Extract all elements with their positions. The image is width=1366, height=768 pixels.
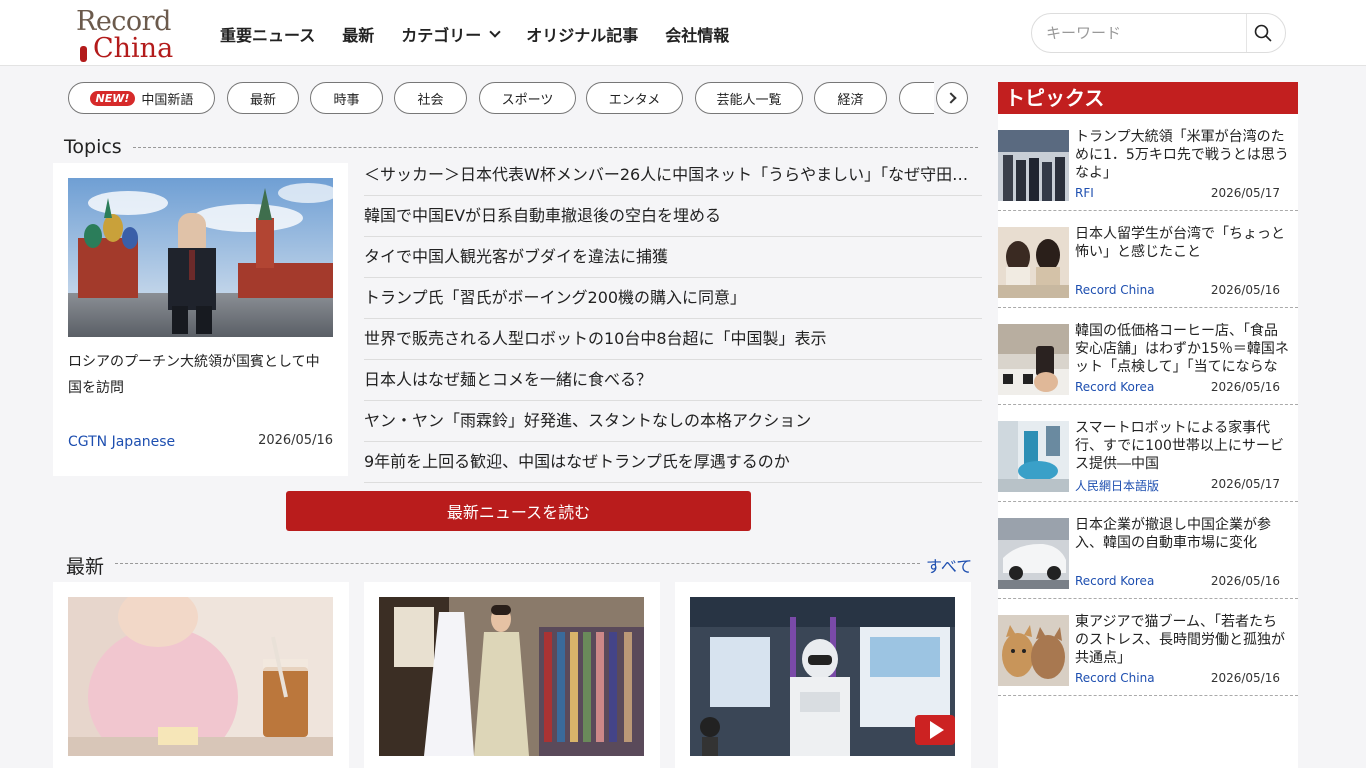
sidebar-item[interactable]: 東アジアで猫ブーム、「若者たちのストレス、長時間労働と孤独が共通点」 Recor…: [998, 599, 1298, 696]
nav-latest[interactable]: 最新: [342, 22, 374, 46]
pill-chinese-neologism[interactable]: NEW! 中国新語: [68, 82, 215, 114]
new-badge: NEW!: [89, 90, 136, 106]
sidebar-item[interactable]: 日本人留学生が台湾で「ちょっと怖い」と感じたこと Record China 20…: [998, 211, 1298, 308]
sidebar-topics-heading: トピックス: [998, 82, 1298, 114]
category-pills: NEW! 中国新語 最新 時事 社会 スポーツ エンタメ 芸能人一覧 経済: [68, 82, 934, 114]
pill-more[interactable]: [899, 82, 934, 114]
nav-company-info[interactable]: 会社情報: [665, 22, 729, 46]
headline-item[interactable]: トランプ氏「習氏がボーイング200機の購入に同意」: [364, 278, 982, 319]
nav-category[interactable]: カテゴリー: [401, 22, 501, 46]
sidebar-item[interactable]: スマートロボットによる家事代行、すでに100世帯以上にサービス提供―中国 人民網…: [998, 405, 1298, 502]
sidebar-thumb[interactable]: [998, 518, 1069, 589]
search-icon[interactable]: [1254, 24, 1272, 42]
sidebar-item-title[interactable]: 日本人留学生が台湾で「ちょっと怖い」と感じたこと: [1075, 225, 1289, 261]
latest-card[interactable]: [675, 582, 971, 768]
search-divider: [1246, 14, 1247, 52]
sidebar-item[interactable]: 日本企業が撤退し中国企業が参入、韓国の自動車市場に変化 Record Korea…: [998, 502, 1298, 599]
sidebar-item-date: 2026/05/16: [1210, 671, 1280, 685]
pill-label: 中国新語: [141, 92, 194, 108]
sidebar-item-date: 2026/05/17: [1210, 186, 1280, 200]
sidebar-item-title[interactable]: 日本企業が撤退し中国企業が参入、韓国の自動車市場に変化: [1075, 516, 1289, 552]
section-divider: [133, 147, 978, 148]
read-latest-news-button[interactable]: 最新ニュースを読む: [286, 491, 751, 531]
search-box: [1031, 13, 1286, 53]
sidebar-topics-list: トランプ大統領「米軍が台湾のために1．5万キロ先で戦うとは思うなよ」 RFI 2…: [998, 114, 1298, 768]
headline-item[interactable]: タイで中国人観光客がブダイを違法に捕獲: [364, 237, 982, 278]
site-logo[interactable]: Record China: [76, 6, 186, 64]
nav-important-news[interactable]: 重要ニュース: [220, 22, 315, 46]
headline-item[interactable]: 韓国で中国EVが日系自動車撤退後の空白を埋める: [364, 196, 982, 237]
latest-card-image[interactable]: [68, 597, 333, 756]
section-divider: [115, 563, 920, 564]
feature-card[interactable]: ロシアのプーチン大統領が国賓として中国を訪問 CGTN Japanese 202…: [53, 163, 348, 476]
sidebar-item-source[interactable]: Record China: [1075, 671, 1155, 685]
sidebar-thumb[interactable]: [998, 421, 1069, 492]
main-nav: 重要ニュース 最新 カテゴリー オリジナル記事 会社情報: [220, 22, 756, 46]
latest-heading: 最新: [66, 556, 105, 578]
pill-entertainment[interactable]: エンタメ: [586, 82, 683, 114]
pill-sports[interactable]: スポーツ: [479, 82, 576, 114]
sidebar-thumb[interactable]: [998, 324, 1069, 395]
sidebar-item[interactable]: トランプ大統領「米軍が台湾のために1．5万キロ先で戦うとは思うなよ」 RFI 2…: [998, 114, 1298, 211]
nav-original-articles[interactable]: オリジナル記事: [526, 22, 638, 46]
pill-current-affairs[interactable]: 時事: [310, 82, 383, 114]
sidebar-item-title[interactable]: トランプ大統領「米軍が台湾のために1．5万キロ先で戦うとは思うなよ」: [1075, 128, 1289, 182]
sidebar-item-date: 2026/05/16: [1210, 574, 1280, 588]
sidebar-item-date: 2026/05/16: [1210, 283, 1280, 297]
feature-source[interactable]: CGTN Japanese: [68, 434, 175, 450]
pill-society[interactable]: 社会: [394, 82, 467, 114]
feature-image[interactable]: [68, 178, 333, 337]
sidebar-item-date: 2026/05/16: [1210, 380, 1280, 394]
sidebar-thumb[interactable]: [998, 227, 1069, 298]
headline-item[interactable]: 世界で販売される人型ロボットの10台中8台超に「中国製」表示: [364, 319, 982, 360]
sidebar-item-date: 2026/05/17: [1210, 477, 1280, 491]
pill-latest[interactable]: 最新: [227, 82, 299, 114]
chevron-down-icon: [489, 26, 501, 38]
sidebar-item-title[interactable]: 韓国の低価格コーヒー店、「食品安心店舗」はわずか15％＝韓国ネット「点検して」「…: [1075, 322, 1289, 376]
sidebar-item-source[interactable]: Record Korea: [1075, 380, 1154, 394]
sidebar-item-source[interactable]: Record Korea: [1075, 574, 1154, 588]
nav-category-label: カテゴリー: [401, 26, 482, 45]
latest-card-image[interactable]: [379, 597, 644, 756]
search-input[interactable]: [1046, 22, 1246, 44]
sidebar-thumb[interactable]: [998, 130, 1069, 201]
pill-celebrity-list[interactable]: 芸能人一覧: [695, 82, 803, 114]
headline-list: ＜サッカー＞日本代表W杯メンバー26人に中国ネット「うらやましい」「なぜ守田… …: [364, 155, 982, 483]
chevron-right-icon: [944, 92, 957, 104]
feature-title[interactable]: ロシアのプーチン大統領が国賓として中国を訪問: [68, 349, 333, 401]
headline-item[interactable]: ヤン・ヤン「雨霖鈴」好発進、スタントなしの本格アクション: [364, 401, 982, 442]
logo-line2: China: [93, 33, 174, 64]
topics-heading: Topics: [64, 136, 122, 158]
feature-date: 2026/05/16: [258, 433, 333, 448]
latest-card-image[interactable]: [690, 597, 955, 756]
pill-economy[interactable]: 経済: [814, 82, 887, 114]
latest-see-all-link[interactable]: すべて: [926, 553, 972, 577]
pills-next-button[interactable]: [936, 82, 968, 114]
sidebar-item-source[interactable]: 人民網日本語版: [1075, 477, 1159, 494]
latest-card[interactable]: [364, 582, 660, 768]
site-header: Record China 重要ニュース 最新 カテゴリー オリジナル記事 会社情…: [0, 0, 1366, 66]
headline-item[interactable]: ＜サッカー＞日本代表W杯メンバー26人に中国ネット「うらやましい」「なぜ守田…: [364, 155, 982, 196]
headline-item[interactable]: 日本人はなぜ麺とコメを一緒に食べる？: [364, 360, 982, 401]
sidebar-item-source[interactable]: Record China: [1075, 283, 1155, 297]
sidebar-item-title[interactable]: スマートロボットによる家事代行、すでに100世帯以上にサービス提供―中国: [1075, 419, 1289, 473]
sidebar-thumb[interactable]: [998, 615, 1069, 686]
sidebar-item[interactable]: 韓国の低価格コーヒー店、「食品安心店舗」はわずか15％＝韓国ネット「点検して」「…: [998, 308, 1298, 405]
latest-card[interactable]: [53, 582, 349, 768]
sidebar-item-source[interactable]: RFI: [1075, 186, 1094, 200]
sidebar-item-title[interactable]: 東アジアで猫ブーム、「若者たちのストレス、長時間労働と孤独が共通点」: [1075, 613, 1289, 667]
headline-item[interactable]: 9年前を上回る歓迎、中国はなぜトランプ氏を厚遇するのか: [364, 442, 982, 483]
